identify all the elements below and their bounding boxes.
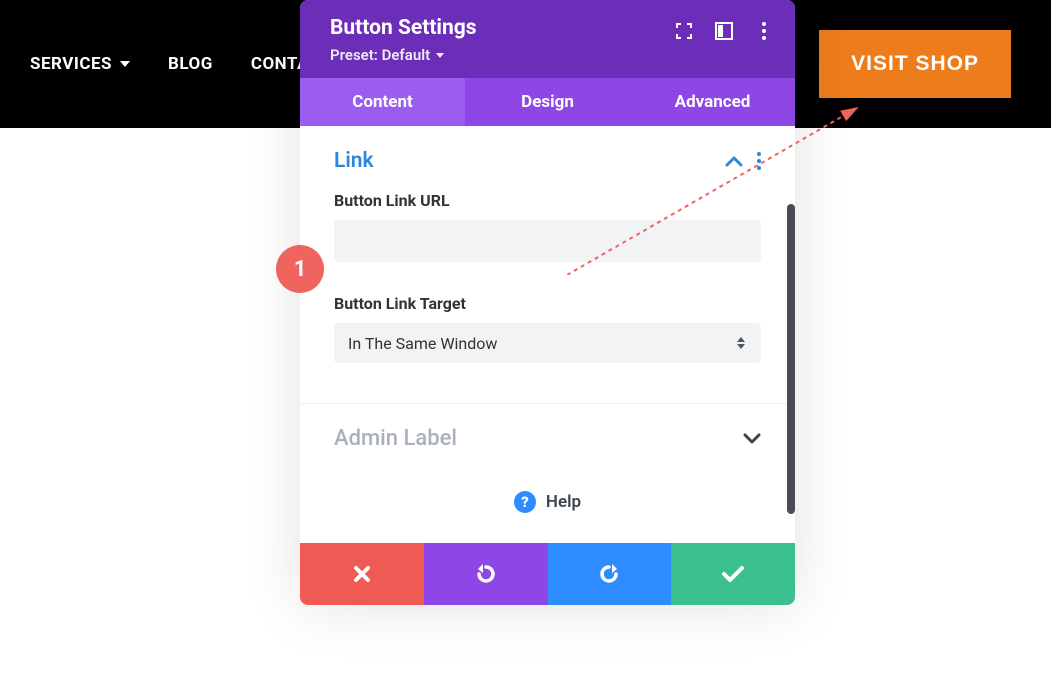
check-icon	[722, 565, 744, 583]
close-icon	[353, 565, 371, 583]
redo-icon	[598, 563, 620, 585]
help-link[interactable]: ? Help	[334, 461, 761, 533]
url-field-label: Button Link URL	[334, 191, 761, 210]
target-field-label: Button Link Target	[334, 294, 761, 313]
modal-header-icons	[675, 22, 773, 40]
chevron-up-icon[interactable]	[725, 148, 743, 173]
select-value: In The Same Window	[334, 323, 761, 363]
expand-icon[interactable]	[675, 22, 693, 40]
button-link-target-select[interactable]: In The Same Window	[334, 323, 761, 363]
modal-title: Button Settings	[330, 16, 477, 40]
modal-title-wrap: Button Settings Preset: Default	[330, 16, 477, 64]
redo-button[interactable]	[548, 543, 672, 605]
chevron-down-icon	[120, 61, 130, 67]
admin-label-section[interactable]: Admin Label	[334, 404, 761, 461]
link-section-title: Link	[334, 149, 374, 173]
link-section-header: Link	[334, 148, 761, 173]
modal-footer	[300, 543, 795, 605]
preset-dropdown[interactable]: Preset: Default	[330, 46, 477, 64]
link-section-controls	[725, 148, 761, 173]
modal-tabs: Content Design Advanced	[300, 78, 795, 126]
undo-icon	[475, 563, 497, 585]
nav-item-blog[interactable]: BLOG	[168, 54, 213, 74]
annotation-badge-1: 1	[276, 245, 324, 293]
section-more-icon[interactable]	[757, 152, 761, 170]
undo-button[interactable]	[424, 543, 548, 605]
admin-label-title: Admin Label	[334, 426, 457, 451]
nav-label-blog: BLOG	[168, 54, 213, 74]
nav-item-services[interactable]: SERVICES	[30, 54, 130, 74]
button-link-url-input[interactable]	[334, 220, 761, 262]
confirm-button[interactable]	[671, 543, 795, 605]
preset-label: Preset: Default	[330, 46, 430, 64]
scrollbar[interactable]	[787, 204, 795, 514]
more-menu-icon[interactable]	[755, 22, 773, 40]
help-icon: ?	[514, 491, 536, 513]
visit-shop-label: VISIT SHOP	[851, 52, 979, 75]
select-caret-icon	[737, 337, 745, 349]
nav-label-services: SERVICES	[30, 54, 112, 74]
modal-header: Button Settings Preset: Default	[300, 0, 795, 78]
tab-advanced[interactable]: Advanced	[630, 78, 795, 126]
close-button[interactable]	[300, 543, 424, 605]
button-settings-modal: Button Settings Preset: Default Content …	[300, 0, 795, 605]
chevron-down-icon	[743, 426, 761, 451]
modal-body: Link Button Link URL Button Link Target …	[300, 126, 795, 543]
nav-menu: SERVICES BLOG CONTA	[30, 54, 309, 74]
caret-down-icon	[436, 53, 444, 58]
annotation-badge-label: 1	[294, 257, 307, 282]
help-label: Help	[546, 492, 581, 512]
tab-design[interactable]: Design	[465, 78, 630, 126]
visit-shop-button[interactable]: VISIT SHOP	[819, 30, 1011, 98]
tab-content[interactable]: Content	[300, 78, 465, 126]
panel-layout-icon[interactable]	[715, 22, 733, 40]
